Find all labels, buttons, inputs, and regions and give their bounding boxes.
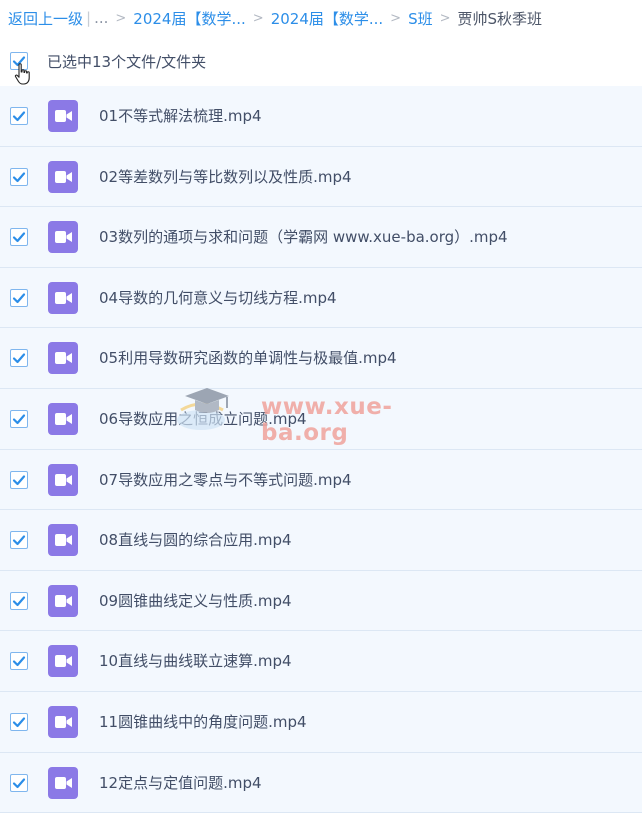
video-file-icon (48, 705, 78, 738)
checkmark-icon (12, 293, 26, 303)
row-checkbox[interactable] (10, 712, 28, 731)
file-list: 01不等式解法梳理.mp4 02等差数列与等比数列以及性质.mp4 03数列的通… (0, 86, 642, 814)
selection-count-text: 已选中13个文件/文件夹 (47, 52, 207, 71)
row-checkbox[interactable] (10, 470, 28, 489)
video-file-icon (48, 402, 78, 435)
video-file-icon (48, 281, 78, 314)
file-name[interactable]: 07导数应用之零点与不等式问题.mp4 (99, 450, 352, 510)
file-name[interactable]: 08直线与圆的综合应用.mp4 (99, 510, 292, 570)
row-checkbox[interactable] (10, 773, 28, 792)
file-name[interactable]: 12定点与定值问题.mp4 (99, 753, 262, 813)
breadcrumb-item[interactable]: 2024届【数学... (271, 8, 383, 29)
back-link[interactable]: 返回上一级 (8, 8, 83, 29)
checkmark-icon (12, 535, 26, 546)
row-checkbox[interactable] (10, 652, 28, 671)
row-checkbox[interactable] (10, 531, 28, 550)
file-row[interactable]: 10直线与曲线联立速算.mp4 (0, 631, 642, 692)
file-name[interactable]: 09圆锥曲线定义与性质.mp4 (99, 571, 292, 631)
hand-cursor-icon (14, 63, 30, 85)
checkmark-icon (12, 111, 26, 122)
video-file-icon (48, 766, 78, 799)
file-name[interactable]: 02等差数列与等比数列以及性质.mp4 (99, 147, 352, 207)
file-name[interactable]: 03数列的通项与求和问题（学霸网 www.xue-ba.org）.mp4 (99, 207, 508, 267)
file-row[interactable]: 11圆锥曲线中的角度问题.mp4 (0, 691, 642, 753)
video-file-icon (48, 584, 78, 617)
file-row[interactable]: 02等差数列与等比数列以及性质.mp4 (0, 146, 642, 208)
file-name[interactable]: 11圆锥曲线中的角度问题.mp4 (99, 692, 307, 752)
checkmark-icon (12, 596, 26, 606)
row-checkbox[interactable] (10, 591, 28, 610)
video-file-icon (48, 221, 78, 254)
checkmark-icon (12, 777, 26, 788)
chevron-right-icon: > (439, 10, 451, 26)
file-name[interactable]: 10直线与曲线联立速算.mp4 (99, 631, 292, 691)
file-name[interactable]: 06导数应用之恒成立问题.mp4 (99, 389, 307, 449)
checkmark-icon (12, 717, 26, 728)
selection-bar: 已选中13个文件/文件夹 (0, 36, 642, 86)
file-row[interactable]: 08直线与圆的综合应用.mp4 (0, 510, 642, 571)
file-name[interactable]: 04导数的几何意义与切线方程.mp4 (99, 268, 337, 328)
breadcrumb-divider: | (86, 9, 92, 27)
file-row[interactable]: 03数列的通项与求和问题（学霸网 www.xue-ba.org）.mp4 (0, 207, 642, 268)
checkmark-icon (12, 232, 26, 243)
row-checkbox[interactable] (10, 167, 28, 186)
video-file-icon (48, 100, 78, 132)
file-row[interactable]: 06导数应用之恒成立问题.mp4 (0, 388, 642, 450)
row-checkbox[interactable] (10, 228, 28, 247)
file-name[interactable]: 05利用导数研究函数的单调性与极最值.mp4 (99, 328, 397, 388)
row-checkbox[interactable] (10, 107, 28, 125)
video-file-icon (48, 160, 78, 193)
row-checkbox[interactable] (10, 409, 28, 428)
checkmark-icon (12, 474, 26, 485)
file-row[interactable]: 05利用导数研究函数的单调性与极最值.mp4 (0, 328, 642, 389)
video-file-icon (48, 463, 78, 496)
file-row[interactable]: 01不等式解法梳理.mp4 (0, 86, 642, 147)
chevron-right-icon: > (115, 10, 127, 26)
breadcrumb-item[interactable]: 2024届【数学... (133, 8, 245, 29)
breadcrumb: 返回上一级 | ... > 2024届【数学... > 2024届【数学... … (0, 0, 642, 36)
breadcrumb-item[interactable]: S班 (408, 8, 433, 29)
breadcrumb-ellipsis[interactable]: ... (94, 9, 108, 27)
video-file-icon (48, 524, 78, 557)
file-name[interactable]: 01不等式解法梳理.mp4 (99, 86, 262, 146)
chevron-right-icon: > (252, 10, 264, 26)
video-file-icon (48, 645, 78, 678)
file-row[interactable]: 04导数的几何意义与切线方程.mp4 (0, 267, 642, 329)
video-file-icon (48, 342, 78, 375)
file-row[interactable]: 12定点与定值问题.mp4 (0, 752, 642, 814)
file-row[interactable]: 07导数应用之零点与不等式问题.mp4 (0, 449, 642, 511)
breadcrumb-current: 贾帅S秋季班 (457, 9, 543, 28)
file-row[interactable]: 09圆锥曲线定义与性质.mp4 (0, 570, 642, 632)
checkmark-icon (12, 656, 26, 667)
row-checkbox[interactable] (10, 288, 28, 307)
checkmark-icon (12, 353, 26, 364)
checkmark-icon (12, 171, 26, 182)
chevron-right-icon: > (390, 10, 402, 26)
checkmark-icon (12, 414, 26, 425)
row-checkbox[interactable] (10, 349, 28, 368)
